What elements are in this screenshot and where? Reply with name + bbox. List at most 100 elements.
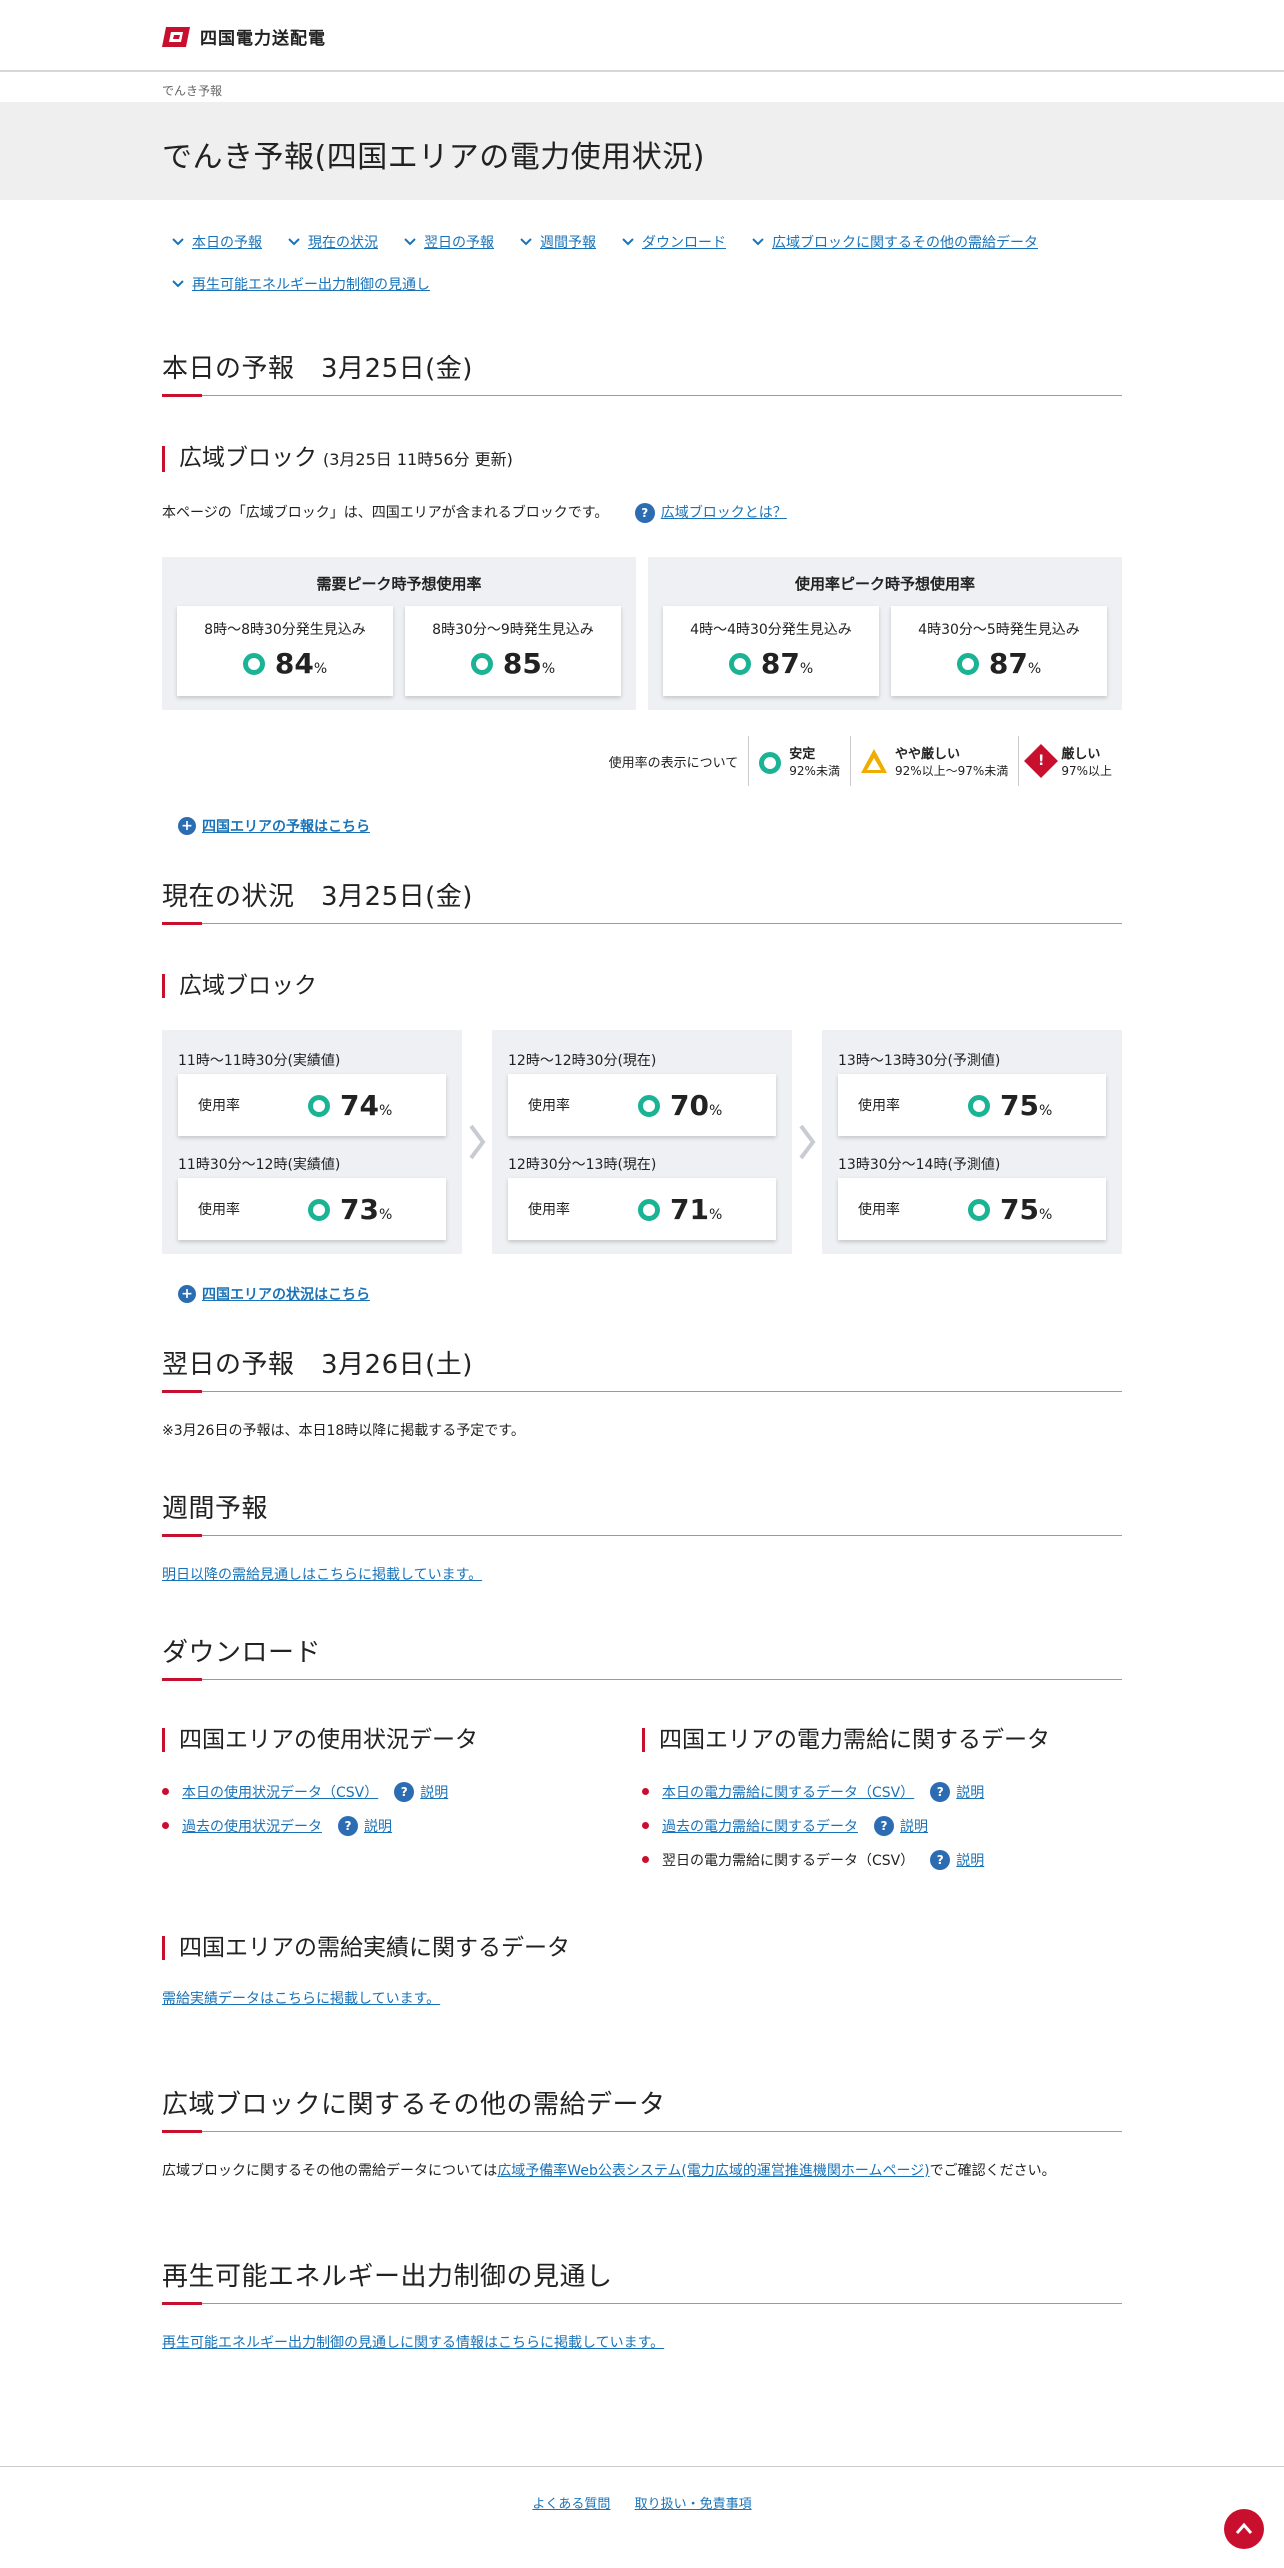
back-to-top-button[interactable] <box>1224 2509 1264 2549</box>
download-columns: 四国エリアの使用状況データ 本日の使用状況データ（CSV）? 説明 過去の使用状況… <box>162 1680 1122 1884</box>
status-unit: % <box>708 1206 723 1223</box>
status-label: 使用率 <box>858 1098 900 1114</box>
block-title-text: 広域ブロック <box>179 445 317 471</box>
status-value: 73 <box>340 1192 379 1226</box>
help-link[interactable]: 説明 <box>364 1816 392 1836</box>
help-link[interactable]: 説明 <box>956 1850 984 1870</box>
status-unit: % <box>708 1102 723 1119</box>
help-link[interactable]: 説明 <box>420 1782 448 1802</box>
site-header: 四国電力送配電 <box>0 0 1284 72</box>
list-item: 翌日の電力需給に関するデータ（CSV）? 説明 <box>642 1850 1122 1870</box>
status-unit: % <box>378 1102 393 1119</box>
anchor-nav: 本日の予報 現在の状況 翌日の予報 週間予報 ダウンロード 広域ブロックに関する… <box>162 232 1122 294</box>
help-link-text[interactable]: 広域ブロックとは？ <box>661 505 787 521</box>
help-link[interactable]: 説明 <box>900 1816 928 1836</box>
download-link[interactable]: 本日の使用状況データ（CSV） <box>182 1782 378 1802</box>
peak-unit: % <box>799 661 814 677</box>
block-note-text: 本ページの「広域ブロック」は、四国エリアが含まれるブロックです。 <box>162 505 609 521</box>
other-text-before: 広域ブロックに関するその他の需給データについては <box>162 2163 498 2179</box>
block-note: 本ページの「広域ブロック」は、四国エリアが含まれるブロックです。 ? 広域ブロック… <box>162 502 1122 523</box>
anchor-link-renewable[interactable]: 再生可能エネルギー出力制御の見通し <box>170 274 430 294</box>
peak-period: 4時30分〜5時発生見込み <box>918 622 1080 638</box>
terms-link[interactable]: 取り扱い・免責事項 <box>635 2497 752 2512</box>
legend-tight: やや厳しい 92%以上〜97%未満 <box>849 736 1018 786</box>
usage-peak-panel: 使用率ピーク時予想使用率 4時〜4時30分発生見込み 87% 4時30分〜5時発… <box>648 557 1122 710</box>
usage-data-list: 本日の使用状況データ（CSV）? 説明 過去の使用状況データ? 説明 <box>162 1782 642 1836</box>
results-link[interactable]: 需給実績データはこちらに掲載しています。 <box>162 1991 440 2007</box>
status-unit: % <box>1038 1206 1053 1223</box>
faq-link[interactable]: よくある質問 <box>532 2497 610 2512</box>
breadcrumb: でんき予報 <box>162 84 223 98</box>
status-value: 70 <box>670 1088 709 1122</box>
legend-range: 97%以上 <box>1061 764 1112 778</box>
status-label: 使用率 <box>198 1202 240 1218</box>
plus-circle-icon: + <box>178 1285 196 1303</box>
download-link[interactable]: 本日の電力需給に関するデータ（CSV） <box>662 1782 914 1802</box>
anchor-link-label: 本日の予報 <box>192 235 262 251</box>
site-logo[interactable]: 四国電力送配電 <box>162 24 326 49</box>
question-icon: ? <box>930 1782 951 1802</box>
legend-name: やや厳しい <box>894 747 960 762</box>
download-link[interactable]: 過去の電力需給に関するデータ <box>662 1816 858 1836</box>
stable-ring-icon <box>308 1094 330 1117</box>
anchor-link-other[interactable]: 広域ブロックに関するその他の需給データ <box>750 232 1038 252</box>
question-icon: ? <box>634 503 655 523</box>
stable-ring-icon <box>242 653 265 675</box>
question-icon: ? <box>338 1816 358 1836</box>
list-item: 過去の電力需給に関するデータ? 説明 <box>642 1816 1122 1836</box>
site-footer: よくある質問 取り扱い・免責事項 <box>0 2466 1284 2568</box>
status-card: 使用率 75% <box>838 1074 1106 1136</box>
status-more-link[interactable]: + 四国エリアの状況はこちら <box>178 1284 1122 1304</box>
block-help-link[interactable]: ? 広域ブロックとは？ <box>634 503 787 523</box>
list-item: 本日の使用状況データ（CSV）? 説明 <box>162 1782 642 1802</box>
anchor-link-tomorrow[interactable]: 翌日の予報 <box>402 232 494 252</box>
anchor-link-weekly[interactable]: 週間予報 <box>518 232 596 252</box>
anchor-link-current[interactable]: 現在の状況 <box>286 232 378 252</box>
stable-ring-icon <box>638 1094 660 1117</box>
anchor-link-label: 再生可能エネルギー出力制御の見通し <box>192 277 430 293</box>
anchor-link-today[interactable]: 本日の予報 <box>170 232 262 252</box>
status-unit: % <box>1038 1102 1053 1119</box>
peak-card: 8時30分〜9時発生見込み 85% <box>405 606 621 696</box>
status-period: 12時〜12時30分(現在) <box>508 1053 657 1069</box>
stable-ring-icon <box>470 653 493 675</box>
status-period: 12時30分〜13時(現在) <box>508 1157 657 1173</box>
status-panel-now: 12時〜12時30分(現在) 使用率 70% 12時30分〜13時(現在) 使用率… <box>492 1030 792 1254</box>
chevron-down-icon <box>622 238 634 246</box>
usage-legend: 使用率の表示について 安定 92%未満 やや厳しい 92%以上〜97%未満 ! 厳し… <box>162 736 1122 786</box>
section-heading-tomorrow: 翌日の予報 3月26日(土) <box>162 1344 1122 1393</box>
chevron-down-icon <box>520 238 532 246</box>
renewable-link[interactable]: 再生可能エネルギー出力制御の見通しに関する情報はこちらに掲載しています。 <box>162 2335 664 2351</box>
help-link[interactable]: 説明 <box>956 1782 984 1802</box>
panel-title: 需要ピーク時予想使用率 <box>316 575 482 593</box>
panel-title: 使用率ピーク時予想使用率 <box>794 575 975 593</box>
status-value: 75 <box>1000 1088 1039 1122</box>
chevron-down-icon <box>404 238 416 246</box>
section-heading-renewable: 再生可能エネルギー出力制御の見通し <box>162 2256 1122 2305</box>
other-link[interactable]: 広域予備率Web公表システム(電力広域的運営推進機関ホームページ) <box>497 2163 929 2179</box>
peak-card: 4時30分〜5時発生見込み 87% <box>891 606 1107 696</box>
demand-peak-panel: 需要ピーク時予想使用率 8時〜8時30分発生見込み 84% 8時30分〜9時発生… <box>162 557 636 710</box>
anchor-link-label: 翌日の予報 <box>424 235 494 251</box>
usage-data-column: 四国エリアの使用状況データ 本日の使用状況データ（CSV）? 説明 過去の使用状況… <box>162 1680 642 1884</box>
status-value: 74 <box>340 1088 379 1122</box>
more-link-text: 四国エリアの状況はこちら <box>202 1287 370 1303</box>
weekly-link[interactable]: 明日以降の需給見通しはこちらに掲載しています。 <box>162 1567 482 1583</box>
download-link[interactable]: 過去の使用状況データ <box>182 1816 322 1836</box>
supply-data-list: 本日の電力需給に関するデータ（CSV）? 説明 過去の電力需給に関するデータ? 説明… <box>642 1782 1122 1870</box>
more-link-text: 四国エリアの予報はこちら <box>202 819 370 835</box>
peak-unit: % <box>541 661 556 677</box>
status-label: 使用率 <box>858 1202 900 1218</box>
chevron-up-icon <box>1235 2522 1253 2534</box>
status-card: 使用率 73% <box>178 1178 446 1240</box>
peak-card: 8時〜8時30分発生見込み 84% <box>177 606 393 696</box>
peak-card: 4時〜4時30分発生見込み 87% <box>663 606 879 696</box>
legend-stable: 安定 92%未満 <box>748 736 850 786</box>
forecast-more-link[interactable]: + 四国エリアの予報はこちら <box>178 816 1122 836</box>
status-row: 11時〜11時30分(実績値) 使用率 74% 11時30分〜12時(実績値) 使… <box>162 1030 1122 1254</box>
section-heading-download: ダウンロード <box>162 1632 1122 1681</box>
peak-value: 87 <box>760 647 800 680</box>
anchor-link-download[interactable]: ダウンロード <box>620 232 726 252</box>
status-card: 使用率 71% <box>508 1178 776 1240</box>
section-heading-weekly: 週間予報 <box>162 1488 1122 1537</box>
